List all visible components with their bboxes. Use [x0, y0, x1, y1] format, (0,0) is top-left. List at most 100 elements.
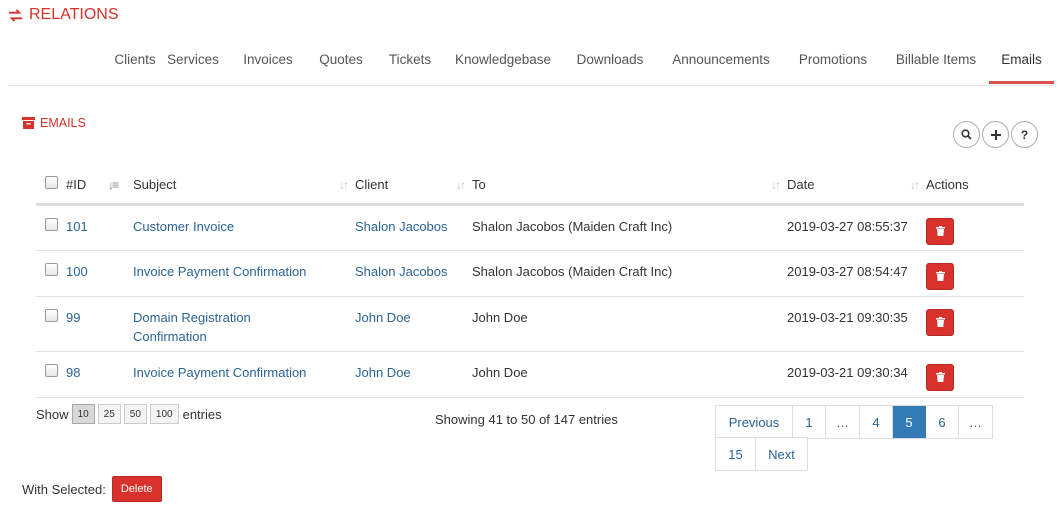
col-to[interactable]: To ↓↑ — [472, 166, 787, 206]
pagination: Previous 1 … 4 5 6 … — [715, 405, 993, 439]
trash-icon — [935, 317, 945, 327]
table-info: Showing 41 to 50 of 147 entries — [435, 412, 618, 427]
delete-row-button[interactable] — [926, 262, 954, 290]
row-date: 2019-03-21 09:30:35 — [787, 296, 926, 352]
delete-row-button[interactable] — [926, 217, 954, 245]
row-checkbox[interactable] — [45, 217, 58, 231]
row-client-link[interactable]: John Doe — [355, 365, 411, 380]
col-to-label: To — [472, 176, 486, 192]
row-id-link[interactable]: 98 — [66, 365, 80, 380]
add-button[interactable] — [982, 121, 1009, 148]
row-to: John Doe — [472, 351, 787, 398]
table-toolbar: ? — [953, 121, 1038, 148]
col-client-label: Client — [355, 176, 389, 192]
page-title: RELATIONS — [8, 6, 119, 24]
current-page-button[interactable]: 5 — [893, 406, 926, 438]
sort-desc-icon: ↓≡ — [107, 178, 119, 192]
relations-tabs: Clients Services Invoices Quotes Tickets… — [8, 40, 1054, 86]
delete-row-button[interactable] — [926, 308, 954, 336]
row-client-link[interactable]: Shalon Jacobos — [355, 264, 448, 279]
table-row: 98 Invoice Payment Confirmation John Doe… — [36, 351, 1024, 398]
row-date: 2019-03-27 08:55:37 — [787, 204, 926, 251]
section-title: EMAILS — [22, 116, 86, 130]
search-icon — [961, 129, 972, 140]
bulk-actions: With Selected: Delete — [22, 476, 162, 502]
row-client-link[interactable]: John Doe — [355, 310, 411, 325]
row-subject-link[interactable]: Customer Invoice — [133, 219, 234, 234]
sort-icon: ↓↑ — [339, 178, 349, 192]
table-row: 99 Domain Registration Confirmation John… — [36, 296, 1024, 352]
col-date-label: Date — [787, 176, 815, 192]
sort-icon: ↓↑ — [910, 178, 920, 192]
tab-announcements[interactable]: Announcements — [665, 40, 777, 84]
row-subject-link[interactable]: Domain Registration Confirmation — [133, 308, 273, 346]
page-button[interactable]: 1 — [793, 406, 826, 438]
tab-billable-items[interactable]: Billable Items — [888, 40, 984, 84]
row-checkbox[interactable] — [45, 308, 58, 322]
bulk-delete-button[interactable]: Delete — [111, 476, 162, 502]
entries-label: entries — [182, 406, 222, 422]
row-checkbox[interactable] — [45, 363, 58, 377]
row-checkbox[interactable] — [45, 262, 58, 276]
row-id-link[interactable]: 101 — [66, 219, 88, 234]
length-option-10[interactable]: 10 — [71, 404, 95, 424]
col-date[interactable]: Date ↓↑ — [787, 166, 926, 206]
table-row: 101 Customer Invoice Shalon Jacobos Shal… — [36, 204, 1024, 251]
page-ellipsis: … — [826, 406, 860, 438]
table-header-row: #ID ↓≡ Subject ↓↑ Client ↓↑ To ↓↑ Date ↓↑ Act… — [36, 166, 1024, 206]
select-all-cell — [36, 166, 66, 206]
with-selected-label: With Selected: — [22, 481, 106, 497]
page-ellipsis: … — [959, 406, 993, 438]
exchange-icon — [8, 8, 23, 22]
col-id[interactable]: #ID ↓≡ — [66, 166, 133, 206]
trash-icon — [935, 271, 945, 281]
pagination-row-2: 15 Next — [715, 437, 808, 471]
col-actions-label: Actions — [926, 176, 969, 192]
delete-row-button[interactable] — [926, 363, 954, 391]
tab-services[interactable]: Services — [162, 40, 224, 84]
page-length-control: Show 10 25 50 100 entries — [36, 404, 222, 424]
tab-clients[interactable]: Clients — [100, 40, 170, 84]
length-option-100[interactable]: 100 — [149, 404, 179, 424]
row-to: John Doe — [472, 296, 787, 352]
row-to: Shalon Jacobos (Maiden Craft Inc) — [472, 250, 787, 297]
tab-invoices[interactable]: Invoices — [237, 40, 299, 84]
length-option-50[interactable]: 50 — [123, 404, 147, 424]
tab-tickets[interactable]: Tickets — [382, 40, 438, 84]
next-page-button[interactable]: Next — [756, 438, 808, 470]
select-all-checkbox[interactable] — [45, 176, 58, 190]
emails-table: #ID ↓≡ Subject ↓↑ Client ↓↑ To ↓↑ Date ↓↑ Act… — [36, 166, 1024, 398]
tab-quotes[interactable]: Quotes — [313, 40, 369, 84]
row-id-link[interactable]: 100 — [66, 264, 88, 279]
tab-downloads[interactable]: Downloads — [571, 40, 649, 84]
row-date: 2019-03-27 08:54:47 — [787, 250, 926, 297]
archive-icon — [22, 117, 35, 129]
col-subject[interactable]: Subject ↓↑ — [133, 166, 355, 206]
help-button[interactable]: ? — [1011, 121, 1038, 148]
tab-knowledgebase[interactable]: Knowledgebase — [452, 40, 554, 84]
page-title-text: RELATIONS — [29, 6, 119, 23]
row-id-link[interactable]: 99 — [66, 310, 80, 325]
trash-icon — [935, 372, 945, 382]
section-title-text: EMAILS — [40, 116, 86, 130]
row-client-link[interactable]: Shalon Jacobos — [355, 219, 448, 234]
plus-icon — [990, 129, 1001, 140]
last-page-button[interactable]: 15 — [716, 438, 756, 470]
col-client[interactable]: Client ↓↑ — [355, 166, 472, 206]
help-icon: ? — [1020, 127, 1029, 142]
length-option-25[interactable]: 25 — [97, 404, 121, 424]
previous-page-button[interactable]: Previous — [716, 406, 793, 438]
search-button[interactable] — [953, 121, 980, 148]
row-subject-link[interactable]: Invoice Payment Confirmation — [133, 264, 306, 279]
row-subject-link[interactable]: Invoice Payment Confirmation — [133, 365, 306, 380]
tab-emails[interactable]: Emails — [989, 40, 1054, 84]
page-button[interactable]: 6 — [926, 406, 959, 438]
trash-icon — [935, 226, 945, 236]
sort-icon: ↓↑ — [456, 178, 466, 192]
show-label: Show — [36, 406, 69, 422]
tab-promotions[interactable]: Promotions — [790, 40, 876, 84]
col-subject-label: Subject — [133, 176, 177, 192]
table-row: 100 Invoice Payment Confirmation Shalon … — [36, 250, 1024, 297]
page-button[interactable]: 4 — [860, 406, 893, 438]
sort-icon: ↓↑ — [771, 178, 781, 192]
